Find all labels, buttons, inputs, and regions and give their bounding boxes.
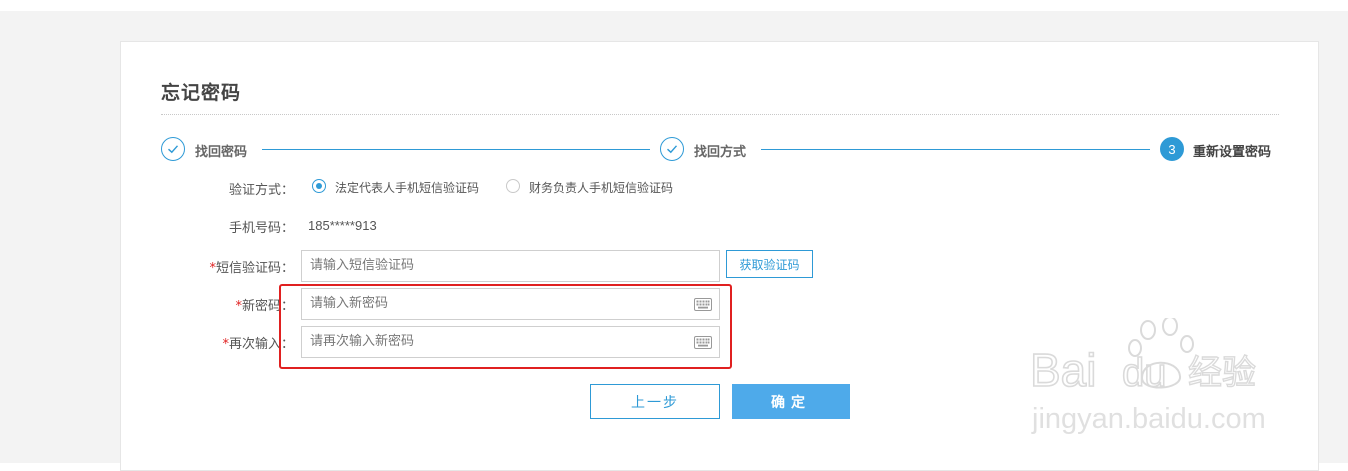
- prev-step-button[interactable]: 上一步: [590, 384, 720, 419]
- sms-code-label: *短信验证码：: [196, 257, 294, 276]
- svg-text:Bai: Bai: [1030, 344, 1096, 396]
- verify-method-label: 验证方式：: [228, 183, 294, 198]
- phone-label: 手机号码：: [228, 221, 294, 236]
- step-3-number: 3: [1160, 137, 1184, 161]
- radio-finance-head[interactable]: [506, 179, 520, 193]
- top-band: [0, 0, 1348, 11]
- page-title: 忘记密码: [161, 82, 242, 104]
- svg-text:jingyan.baidu.com: jingyan.baidu.com: [1031, 403, 1266, 435]
- phone-value: 185*****913: [308, 218, 377, 233]
- radio-legal-rep-label[interactable]: 法定代表人手机短信验证码: [335, 179, 479, 196]
- svg-text:经验: 经验: [1188, 353, 1256, 393]
- svg-text:du: du: [1122, 351, 1167, 395]
- step-2-check-icon: [660, 137, 684, 161]
- radio-legal-rep[interactable]: [312, 179, 326, 193]
- step-1-label: 找回密码: [195, 145, 248, 160]
- step-connector-1: [262, 149, 650, 150]
- get-code-button[interactable]: 获取验证码: [726, 250, 813, 278]
- step-1-check-icon: [161, 137, 185, 161]
- radio-finance-head-label[interactable]: 财务负责人手机短信验证码: [529, 179, 673, 196]
- sms-code-input[interactable]: 请输入短信验证码: [301, 250, 720, 282]
- confirm-button[interactable]: 确定: [732, 384, 850, 419]
- step-3-label: 重新设置密码: [1193, 145, 1272, 160]
- title-divider: [161, 114, 1279, 115]
- sms-code-label-text: 短信验证码：: [215, 261, 294, 276]
- baidu-watermark-logo: Bai du 经验 jingyan.baidu.com: [1030, 318, 1266, 435]
- step-2-label: 找回方式: [694, 145, 747, 160]
- highlight-box: [279, 284, 732, 369]
- sms-code-placeholder: 请输入短信验证码: [310, 258, 415, 273]
- step-connector-2: [761, 149, 1150, 150]
